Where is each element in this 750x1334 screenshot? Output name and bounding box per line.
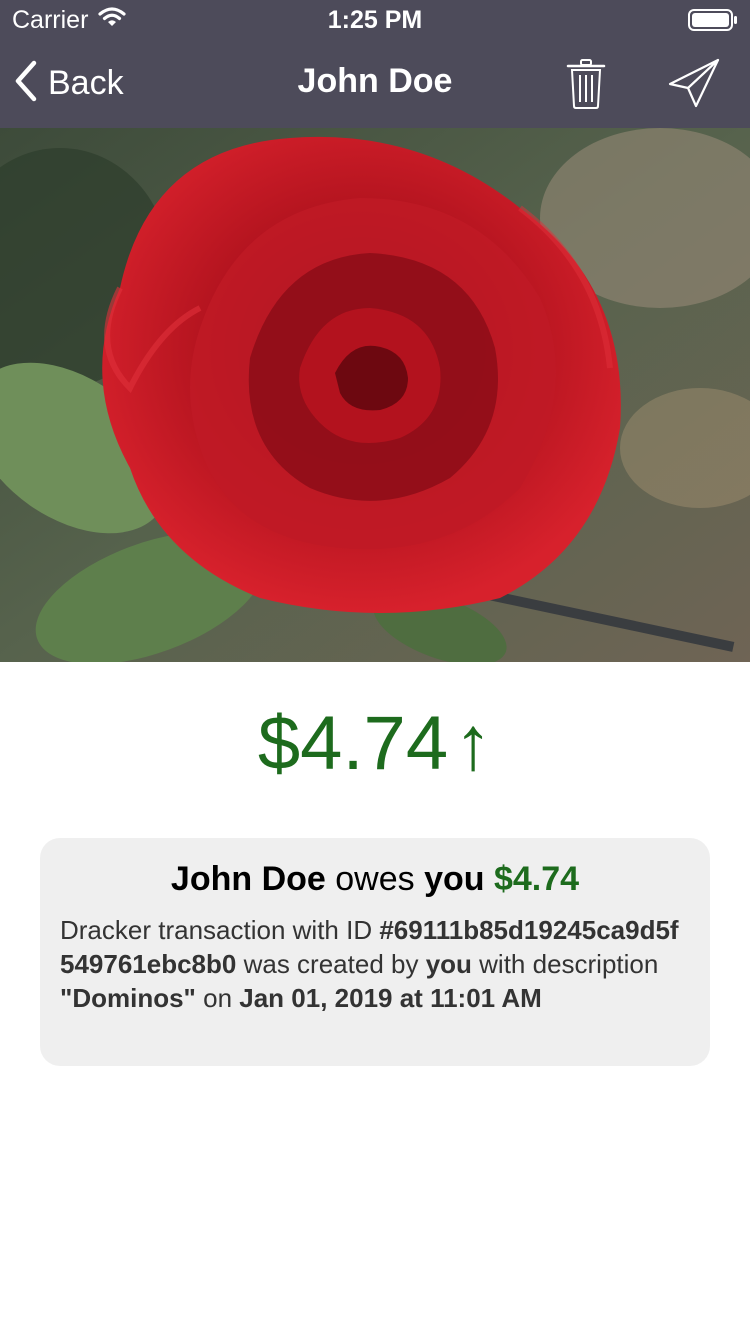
transaction-datetime: Jan 01, 2019 at 11:01 AM [239,983,542,1013]
body-prefix: Dracker transaction with ID [60,915,380,945]
status-time: 1:25 PM [327,6,423,34]
arrow-up-icon: ↑ [454,701,493,786]
card-description: Dracker transaction with ID #69111b85d19… [60,913,690,1015]
status-bar: Carrier 1:25 PM [0,0,750,40]
navigation-bar: Back John Doe [0,40,750,128]
rose-photo [0,128,750,662]
creditor-name: you [424,860,485,898]
owes-text: owes [325,860,425,898]
created-by-text: was created by [236,949,426,979]
created-by: you [425,949,472,979]
trash-icon [566,59,606,109]
battery-icon [688,9,738,31]
amount-value: $4.74 [257,701,449,786]
transaction-amount: $4.74↑ [0,700,750,800]
back-label: Back [48,63,124,102]
back-button[interactable]: Back [14,58,124,108]
owed-amount: $4.74 [493,860,580,898]
chevron-left-icon [14,59,38,108]
on-text: on [195,983,240,1013]
send-icon [668,58,720,108]
delete-button[interactable] [562,58,610,110]
description-text: with description [471,949,659,979]
send-button[interactable] [666,58,722,110]
transaction-details-card: John Doe owes you $4.74 Dracker transact… [40,838,710,1066]
header: Carrier 1:25 PM Back John Doe [0,0,750,128]
description-value: "Dominos" [60,983,196,1013]
card-title: John Doe owes you $4.74 [60,860,690,899]
debtor-name: John Doe [170,860,326,898]
